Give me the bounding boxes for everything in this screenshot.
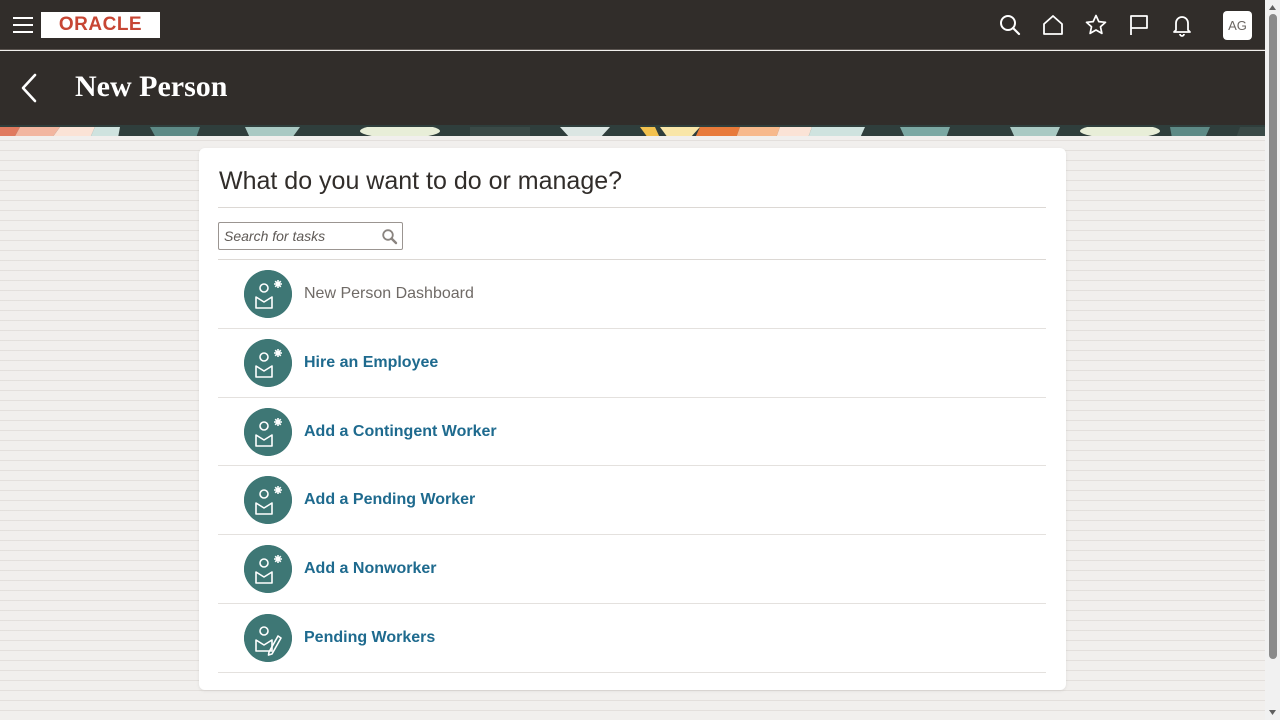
global-header: ORACLE AG: [0, 0, 1265, 50]
new-person-icon: [244, 338, 292, 387]
task-hire-an-employee[interactable]: Hire an Employee: [218, 329, 1046, 398]
task-add-nonworker[interactable]: Add a Nonworker: [218, 535, 1046, 604]
task-new-person-dashboard[interactable]: New Person Dashboard: [218, 260, 1046, 329]
scroll-down-arrow-icon[interactable]: [1268, 708, 1277, 717]
task-pending-workers[interactable]: Pending Workers: [218, 604, 1046, 673]
new-person-icon: [244, 476, 292, 525]
home-icon[interactable]: [1041, 13, 1065, 37]
new-person-icon: [244, 545, 292, 594]
scroll-up-arrow-icon[interactable]: [1268, 3, 1277, 12]
back-arrow-icon[interactable]: [18, 71, 42, 105]
panel-title: What do you want to do or manage?: [219, 167, 623, 195]
logo-text: ORACLE: [58, 14, 143, 35]
decorative-banner: [0, 125, 1265, 136]
task-label[interactable]: Add a Pending Worker: [304, 491, 475, 509]
task-label[interactable]: Add a Nonworker: [304, 560, 436, 578]
user-avatar[interactable]: AG: [1223, 11, 1252, 40]
task-list: New Person Dashboard Hire an Employee Ad…: [218, 260, 1046, 673]
search-icon[interactable]: [998, 13, 1022, 37]
banner-pattern-image: [0, 125, 1265, 136]
new-person-icon: [244, 270, 292, 318]
search-icon[interactable]: [381, 228, 399, 246]
task-search: [218, 222, 403, 250]
edit-person-icon: [244, 613, 292, 662]
hamburger-menu-icon[interactable]: [12, 14, 34, 36]
vertical-scrollbar[interactable]: [1265, 0, 1280, 720]
divider: [218, 207, 1046, 208]
tasks-panel: What do you want to do or manage? New Pe…: [199, 148, 1066, 690]
new-person-icon: [244, 407, 292, 456]
task-add-pending-worker[interactable]: Add a Pending Worker: [218, 466, 1046, 536]
favorites-star-icon[interactable]: [1084, 13, 1108, 37]
task-label[interactable]: Hire an Employee: [304, 354, 438, 372]
search-tasks-input[interactable]: [219, 223, 379, 249]
page-title: New Person: [75, 70, 228, 103]
scrollbar-thumb[interactable]: [1269, 14, 1277, 659]
page-header: New Person: [0, 51, 1265, 125]
task-label[interactable]: Pending Workers: [304, 629, 435, 647]
oracle-logo[interactable]: ORACLE: [41, 12, 160, 38]
watchlist-flag-icon[interactable]: [1127, 13, 1151, 37]
task-label: New Person Dashboard: [304, 285, 474, 302]
task-label[interactable]: Add a Contingent Worker: [304, 423, 497, 441]
notifications-bell-icon[interactable]: [1170, 13, 1194, 37]
task-add-contingent-worker[interactable]: Add a Contingent Worker: [218, 398, 1046, 467]
